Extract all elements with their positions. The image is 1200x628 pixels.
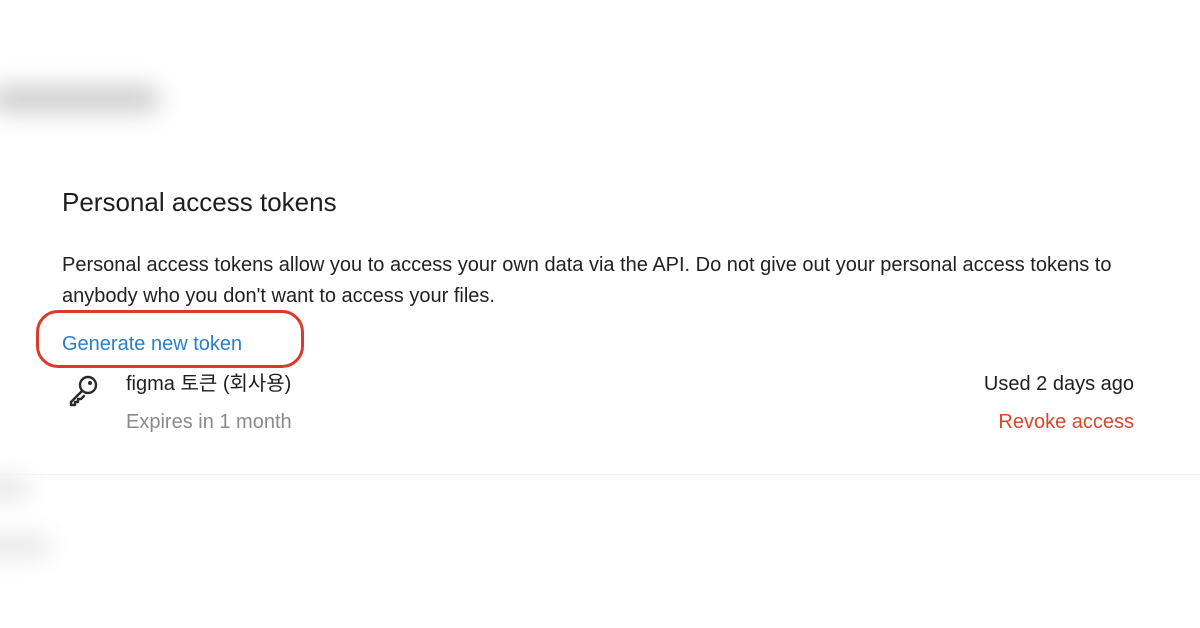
personal-access-tokens-section: Personal access tokens Personal access t… xyxy=(36,184,1134,450)
token-expiry: Expires in 1 month xyxy=(126,411,292,433)
blurred-sidebar-item xyxy=(0,536,50,556)
generate-new-token-link[interactable]: Generate new token xyxy=(62,330,242,358)
token-row: figma 토큰 (회사용) Expires in 1 month Used 2… xyxy=(62,370,1134,450)
section-title: Personal access tokens xyxy=(62,187,337,217)
key-icon xyxy=(66,374,100,408)
blurred-header-text xyxy=(0,86,160,112)
revoke-access-link[interactable]: Revoke access xyxy=(998,408,1134,436)
token-last-used: Used 2 days ago xyxy=(983,373,1134,395)
token-name: figma 토큰 (회사용) xyxy=(126,373,292,395)
section-description: Personal access tokens allow you to acce… xyxy=(62,254,1112,307)
blurred-sidebar-item xyxy=(0,478,30,498)
section-divider xyxy=(0,474,1200,475)
generate-token-container: Generate new token xyxy=(36,310,304,368)
